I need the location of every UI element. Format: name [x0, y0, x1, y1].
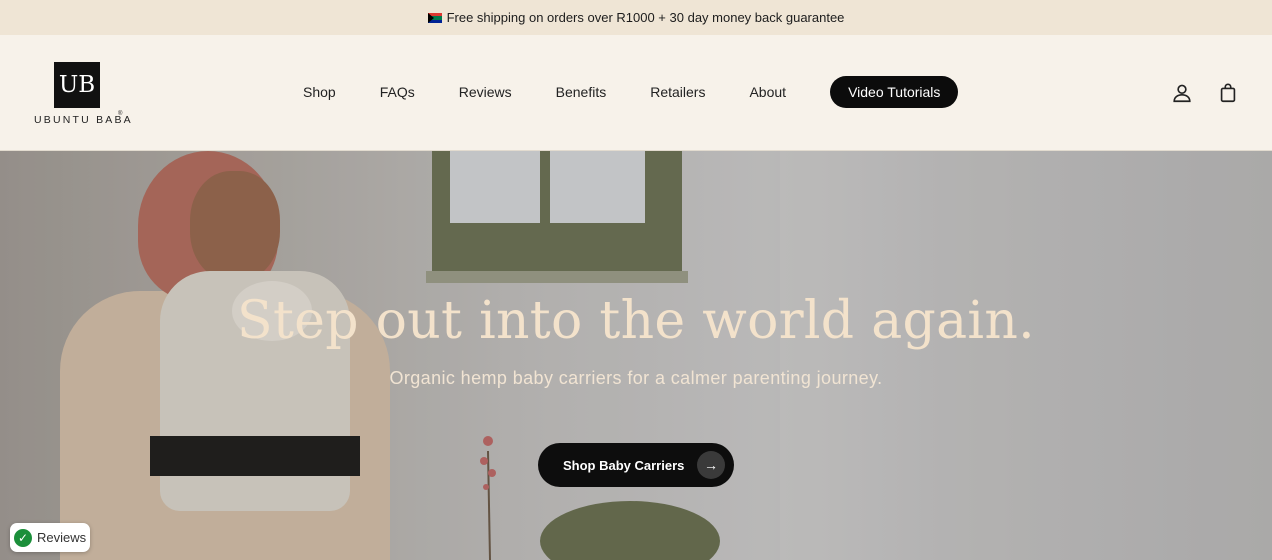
logo-mark: UB: [54, 62, 100, 108]
nav-about[interactable]: About: [749, 84, 786, 100]
logo[interactable]: UB UBUNTU BABA ®: [32, 62, 131, 130]
hero-overlay: [0, 151, 1272, 560]
cart-bag-icon[interactable]: [1217, 82, 1239, 104]
site-header: UB UBUNTU BABA ® Shop FAQs Reviews Benef…: [0, 35, 1272, 151]
nav-retailers[interactable]: Retailers: [650, 84, 705, 100]
check-circle-icon: ✓: [14, 528, 32, 547]
account-icon[interactable]: [1171, 82, 1193, 104]
hero-banner: Step out into the world again. Organic h…: [0, 151, 1272, 560]
video-tutorials-button[interactable]: Video Tutorials: [830, 76, 959, 108]
nav-faqs[interactable]: FAQs: [380, 84, 415, 100]
reviews-badge[interactable]: ✓ Reviews: [10, 523, 90, 552]
hero-subtitle: Organic hemp baby carriers for a calmer …: [389, 368, 883, 388]
registered-mark: ®: [118, 111, 123, 117]
announcement-text: Free shipping on orders over R1000 + 30 …: [446, 10, 845, 25]
nav-benefits[interactable]: Benefits: [556, 84, 607, 100]
reviews-badge-label: Reviews: [37, 530, 87, 545]
arrow-right-icon: →: [697, 451, 725, 479]
cta-label: Shop Baby Carriers: [563, 457, 685, 473]
main-nav: Shop FAQs Reviews Benefits Retailers Abo…: [303, 76, 959, 108]
nav-shop[interactable]: Shop: [303, 84, 336, 100]
nav-reviews[interactable]: Reviews: [459, 84, 512, 100]
shop-baby-carriers-button[interactable]: Shop Baby Carriers →: [538, 443, 734, 487]
announcement-bar: Free shipping on orders over R1000 + 30 …: [0, 0, 1272, 35]
south-africa-flag-icon: [427, 12, 442, 23]
hero-title: Step out into the world again.: [237, 291, 1035, 351]
